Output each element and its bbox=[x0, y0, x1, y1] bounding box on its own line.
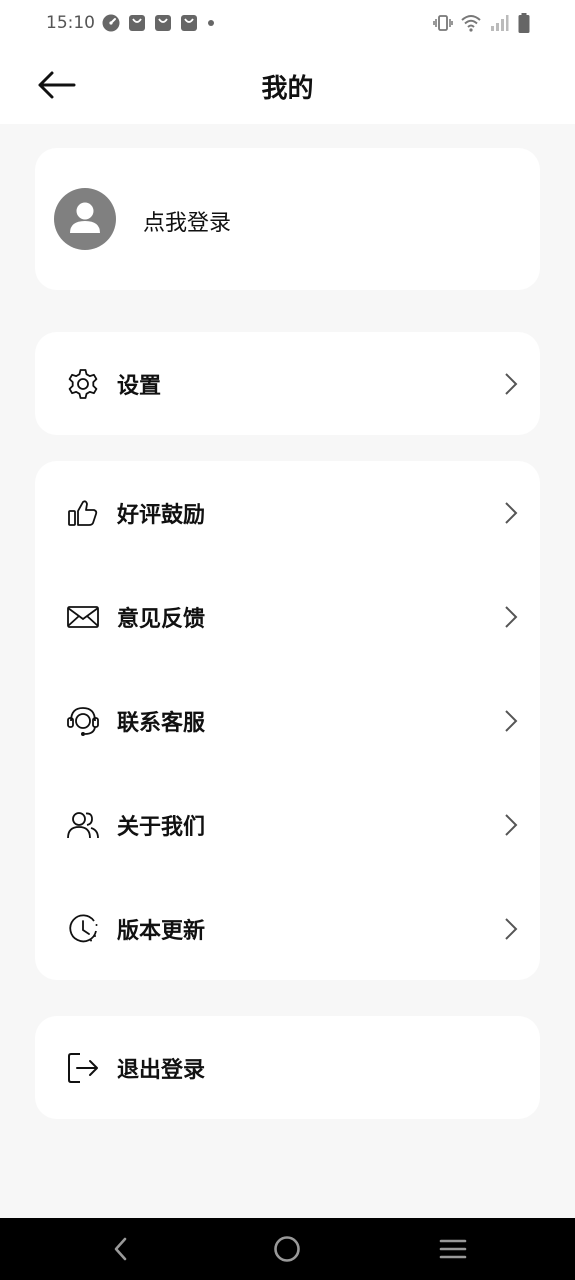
system-nav-bar bbox=[0, 1218, 575, 1280]
shopping-bag-icon bbox=[129, 15, 145, 31]
notification-icons bbox=[102, 14, 216, 32]
menu-card: 好评鼓励 意见反馈 联系客服 关于我们 版本更新 bbox=[35, 461, 540, 980]
menu-item-rate[interactable]: 好评鼓励 bbox=[35, 461, 540, 565]
shopping-bag-icon bbox=[181, 15, 197, 31]
menu-item-feedback[interactable]: 意见反馈 bbox=[35, 565, 540, 669]
app-bar: 我的 bbox=[0, 48, 575, 124]
settings-row[interactable]: 设置 bbox=[35, 332, 540, 436]
wifi-icon bbox=[461, 15, 481, 32]
chevron-right-icon bbox=[505, 814, 518, 836]
chevron-right-icon bbox=[505, 918, 518, 940]
logout-button[interactable]: 退出登录 bbox=[35, 1016, 540, 1120]
nav-menu-button[interactable] bbox=[438, 1234, 468, 1264]
gear-icon bbox=[68, 369, 98, 399]
system-icons bbox=[433, 13, 531, 33]
menu-item-label: 好评鼓励 bbox=[117, 503, 206, 528]
vibrate-icon bbox=[433, 15, 453, 31]
settings-label: 设置 bbox=[117, 374, 162, 399]
chevron-right-icon bbox=[505, 502, 518, 524]
chevron-right-icon bbox=[505, 606, 518, 628]
logout-card: 退出登录 bbox=[35, 1016, 540, 1119]
login-link[interactable]: 点我登录 bbox=[143, 205, 231, 237]
menu-item-label: 关于我们 bbox=[117, 815, 206, 840]
logout-label: 退出登录 bbox=[117, 1058, 206, 1083]
dot-icon bbox=[208, 20, 214, 26]
speedometer-icon bbox=[102, 14, 120, 32]
nav-home-button[interactable] bbox=[272, 1234, 302, 1264]
clock-icon bbox=[69, 914, 98, 943]
menu-item-label: 联系客服 bbox=[117, 711, 206, 736]
page-title: 我的 bbox=[261, 74, 314, 104]
menu-item-about[interactable]: 关于我们 bbox=[35, 773, 540, 877]
menu-item-label: 版本更新 bbox=[117, 919, 206, 944]
status-bar: 15:10 bbox=[0, 0, 575, 48]
envelope-icon bbox=[67, 606, 99, 628]
menu-lines-icon bbox=[439, 1239, 467, 1259]
nav-back-button[interactable] bbox=[106, 1234, 136, 1264]
chevron-right-icon bbox=[505, 373, 518, 395]
settings-card: 设置 bbox=[35, 332, 540, 435]
menu-item-support[interactable]: 联系客服 bbox=[35, 669, 540, 773]
chevron-right-icon bbox=[505, 710, 518, 732]
status-time: 15:10 bbox=[46, 13, 95, 33]
headset-icon bbox=[67, 707, 99, 736]
shopping-bag-icon bbox=[155, 15, 171, 31]
menu-item-update[interactable]: 版本更新 bbox=[35, 877, 540, 981]
signal-icon bbox=[491, 15, 509, 31]
battery-icon bbox=[518, 13, 530, 33]
back-triangle-icon bbox=[114, 1237, 127, 1261]
menu-item-label: 意见反馈 bbox=[117, 607, 206, 632]
home-circle-icon bbox=[274, 1236, 300, 1262]
thumbs-up-icon bbox=[68, 500, 98, 526]
users-icon bbox=[67, 812, 99, 839]
login-card[interactable]: 点我登录 bbox=[35, 148, 540, 290]
avatar[interactable] bbox=[54, 188, 116, 250]
logout-icon bbox=[68, 1053, 98, 1083]
person-icon bbox=[70, 202, 100, 233]
